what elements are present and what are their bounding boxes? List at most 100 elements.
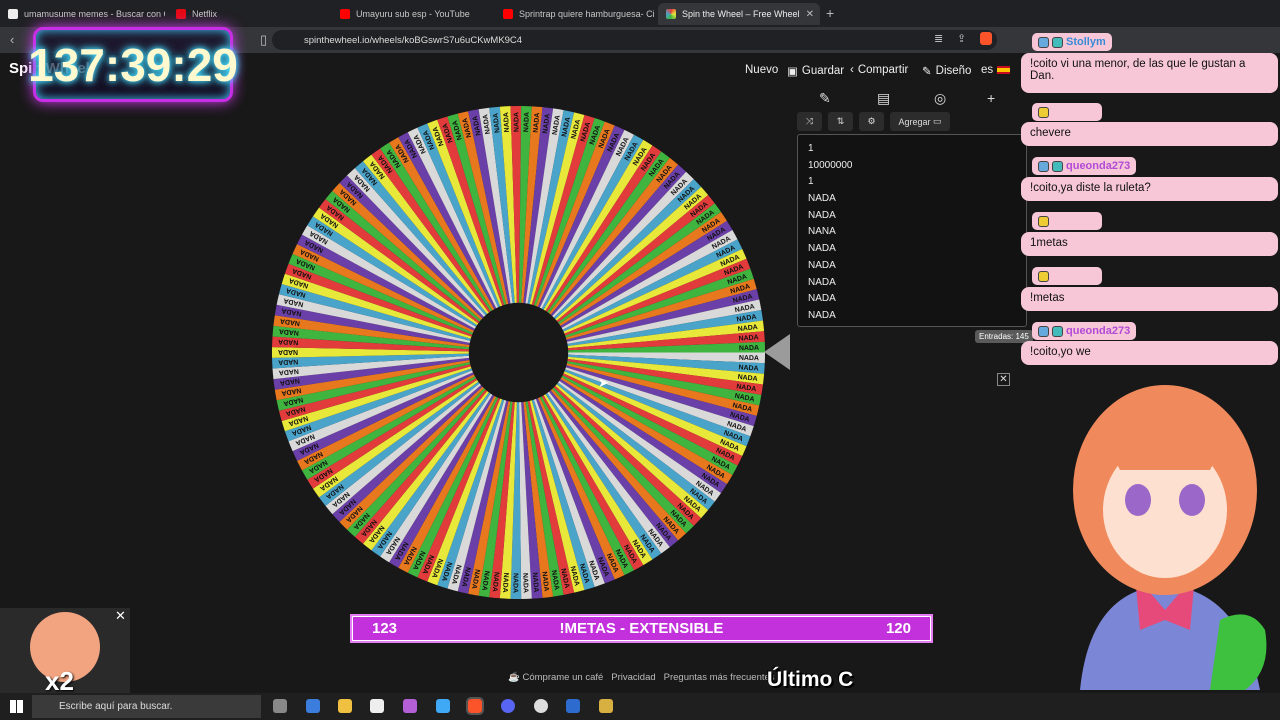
nav-nuevo[interactable]: Nuevo bbox=[745, 64, 778, 76]
brave-shield-icon[interactable] bbox=[980, 32, 992, 45]
tab-youtube[interactable]: Umayuru sub esp - YouTube bbox=[332, 3, 492, 25]
pen-app-icon[interactable] bbox=[403, 699, 417, 713]
netflix-icon bbox=[176, 9, 186, 19]
metas-left: 123 bbox=[372, 620, 398, 637]
metas-right: 120 bbox=[885, 620, 911, 637]
sort-button[interactable]: ⇅ bbox=[828, 112, 853, 131]
close-tab-icon[interactable]: ✕ bbox=[806, 9, 814, 20]
spin-wheel[interactable]: NADANADANADANADANADANADANADANADANADANADA… bbox=[270, 104, 767, 601]
tab-sprintrap[interactable]: Sprintrap quiere hamburguesa- Circle bbox=[495, 3, 655, 25]
chat-username: queonda273 bbox=[1032, 322, 1137, 340]
folder-icon[interactable] bbox=[338, 699, 352, 713]
wheel-favicon-icon bbox=[666, 9, 676, 19]
language-select[interactable]: es bbox=[981, 64, 1011, 76]
wheel-segment-label: NADA bbox=[739, 345, 759, 352]
tab-title: Netflix bbox=[192, 9, 218, 19]
wheel-segment-label: NADA bbox=[738, 364, 758, 372]
nav-label: Compartir bbox=[857, 64, 909, 76]
nav-label: Guardar bbox=[801, 65, 845, 77]
vtuber-avatar bbox=[1073, 385, 1267, 690]
clipboard-icon[interactable]: ▤ bbox=[877, 90, 890, 107]
url-field[interactable]: spinthewheel.io/wheels/koBGswrS7u6uCKwMK… bbox=[272, 30, 997, 50]
faq-link[interactable]: Preguntas más frecuentes bbox=[664, 672, 775, 683]
entries-textarea[interactable]: 1 10000000 1 NADA NADA NANA NADA NADA NA… bbox=[797, 134, 1027, 327]
entry-line: NADA bbox=[808, 309, 836, 321]
settings-button[interactable]: ⚙ bbox=[859, 112, 884, 131]
tab-spin-the-wheel[interactable]: Spin the Wheel – Free Wheel ✕ bbox=[658, 3, 820, 25]
username-text: queonda273 bbox=[1066, 325, 1131, 337]
entry-line: 1 bbox=[808, 176, 814, 188]
tab-title: Spin the Wheel – Free Wheel bbox=[682, 9, 800, 19]
image-icon: ▭ bbox=[933, 116, 942, 126]
media-icon[interactable] bbox=[599, 699, 613, 713]
wheel-center[interactable] bbox=[468, 302, 569, 403]
site-footer: ☕ Cómprame un café Privacidad Preguntas … bbox=[508, 672, 775, 683]
app-icon[interactable] bbox=[306, 699, 320, 713]
app-icon[interactable] bbox=[566, 699, 580, 713]
badge-icon bbox=[1038, 270, 1049, 282]
coffee-icon: ☕ bbox=[508, 672, 520, 683]
pencil-icon: ✎ bbox=[922, 66, 932, 78]
new-tab-button[interactable]: + bbox=[826, 5, 834, 21]
add-image-button[interactable]: Agregar ▭ bbox=[890, 112, 950, 131]
nav-guardar[interactable]: ▣ Guardar bbox=[787, 64, 844, 78]
privacy-link[interactable]: Privacidad bbox=[611, 672, 655, 683]
chat-message: !metas bbox=[1021, 287, 1278, 311]
bookmark-icon[interactable]: ▯ bbox=[260, 32, 267, 48]
reader-icon[interactable]: ≣ bbox=[934, 32, 943, 45]
tab-title: Umayuru sub esp - YouTube bbox=[356, 9, 470, 19]
badge-icon bbox=[1052, 36, 1063, 48]
obs-icon[interactable] bbox=[534, 699, 548, 713]
share-icon[interactable]: ⇪ bbox=[957, 32, 966, 45]
notion-icon[interactable] bbox=[370, 699, 384, 713]
entries-toolbar: ⤨ ⇅ ⚙ Agregar ▭ bbox=[797, 112, 1022, 131]
wheel-segment-label: NADA bbox=[278, 348, 298, 355]
tab-netflix[interactable]: Netflix bbox=[168, 3, 328, 25]
brave-icon[interactable] bbox=[466, 697, 484, 715]
url-text: spinthewheel.io/wheels/koBGswrS7u6uCKwMK… bbox=[304, 34, 523, 46]
tab-google[interactable]: umamusume memes - Buscar con Google bbox=[0, 3, 165, 25]
lang-label: es bbox=[981, 64, 994, 76]
add-image-icon[interactable]: + bbox=[987, 90, 995, 106]
chat-message: 1metas bbox=[1021, 232, 1278, 256]
gear-icon: ⚙ bbox=[867, 116, 876, 126]
shuffle-button[interactable]: ⤨ bbox=[797, 112, 822, 131]
metas-title: !METAS - EXTENSIBLE bbox=[559, 620, 724, 637]
nav-compartir[interactable]: ‹ Compartir bbox=[850, 64, 908, 76]
edit-icon[interactable]: ✎ bbox=[819, 90, 831, 107]
badge-icon bbox=[1038, 215, 1049, 227]
nav-diseno[interactable]: ✎ Diseño bbox=[922, 64, 971, 78]
avatar-eye bbox=[1125, 484, 1151, 516]
wheel-segment-label: NADA bbox=[521, 573, 529, 593]
wheel-segment-label: NADA bbox=[513, 112, 520, 132]
badge-icon bbox=[1038, 160, 1049, 172]
badge-icon bbox=[1038, 36, 1049, 48]
search-placeholder: Escribe aquí para buscar. bbox=[59, 701, 173, 712]
task-view-icon[interactable] bbox=[273, 699, 287, 713]
entry-line: 10000000 bbox=[808, 159, 853, 171]
wheel-segment-label: NADA bbox=[739, 355, 759, 362]
google-icon bbox=[8, 9, 18, 19]
share-icon: ‹ bbox=[850, 64, 854, 76]
discord-icon[interactable] bbox=[501, 699, 515, 713]
hide-icon[interactable]: ◎ bbox=[934, 90, 946, 107]
youtube-icon bbox=[340, 9, 350, 19]
chat-username bbox=[1032, 267, 1102, 285]
spain-flag-icon bbox=[997, 66, 1011, 74]
wheel-pointer bbox=[764, 334, 790, 370]
youtube-icon bbox=[503, 9, 513, 19]
windows-start-icon[interactable] bbox=[10, 700, 23, 713]
entry-line: 1 bbox=[808, 143, 814, 154]
back-icon[interactable]: ‹ bbox=[10, 32, 14, 47]
close-icon[interactable]: ✕ bbox=[997, 373, 1010, 386]
taskbar-search[interactable]: Escribe aquí para buscar. bbox=[32, 695, 261, 718]
close-icon[interactable]: ✕ bbox=[115, 608, 126, 624]
wheel-segment-label: NADA bbox=[501, 572, 509, 592]
add-label: Agregar bbox=[898, 116, 931, 127]
tab-title: umamusume memes - Buscar con Google bbox=[24, 9, 165, 19]
nav-label: Nuevo bbox=[745, 64, 779, 76]
store-icon[interactable] bbox=[436, 699, 450, 713]
chat-username: queonda273 bbox=[1032, 157, 1137, 175]
wheel-segment-label: NADA bbox=[278, 338, 298, 346]
coffee-link[interactable]: ☕ Cómprame un café bbox=[508, 672, 603, 683]
